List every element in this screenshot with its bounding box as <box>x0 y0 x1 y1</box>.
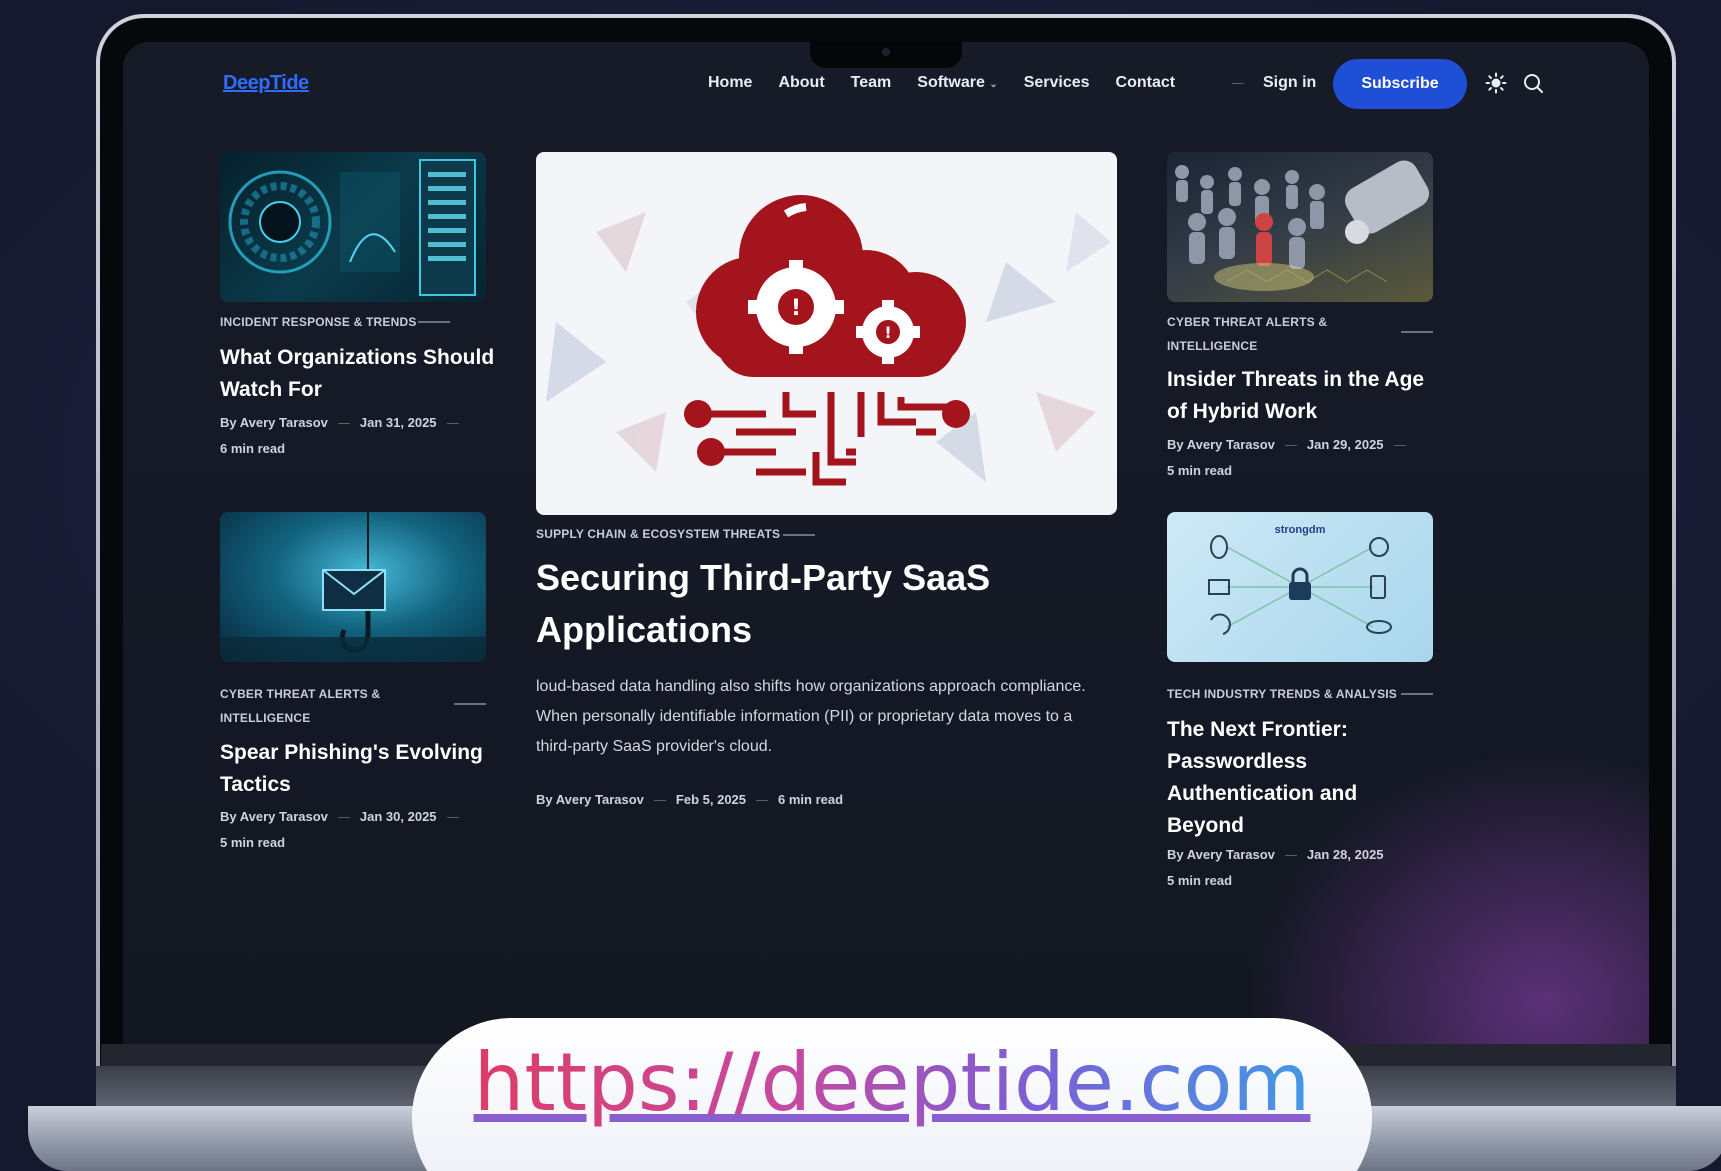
nav-item-services[interactable]: Services <box>1024 74 1090 92</box>
article-title[interactable]: The Next Frontier: Passwordless Authenti… <box>1167 714 1397 842</box>
nav-item-about[interactable]: About <box>778 74 824 92</box>
camera-icon <box>882 48 890 56</box>
chevron-down-icon: ⌄ <box>989 79 998 90</box>
nav-item-software-label: Software <box>917 74 985 91</box>
category-divider <box>418 321 450 323</box>
featured-title[interactable]: Securing Third-Party SaaS Applications <box>536 552 1096 656</box>
article-image-envelope-on-hook[interactable] <box>220 512 486 662</box>
article-image-passwordless-icons[interactable]: strongdm <box>1167 512 1433 662</box>
article-author[interactable]: By Avery Tarasov <box>1167 437 1275 452</box>
article-category[interactable]: CYBER THREAT ALERTS & INTELLIGENCE <box>1167 310 1337 358</box>
article-title[interactable]: What Organizations Should Watch For <box>220 342 495 406</box>
category-divider <box>1401 331 1433 333</box>
laptop-screen: DeepTide Home About Team Software ⌄ Serv… <box>123 42 1649 1044</box>
category-divider <box>1401 693 1433 695</box>
url-banner: https://deeptide.com <box>412 1018 1372 1171</box>
thumbnail-brand-text: strongdm <box>1274 524 1326 536</box>
article-date: Feb 5, 2025 <box>675 792 747 807</box>
article-author[interactable]: By Avery Tarasov <box>536 792 644 807</box>
article-author[interactable]: By Avery Tarasov <box>1167 847 1275 862</box>
article-date: Jan 29, 2025 <box>1306 437 1384 452</box>
featured-meta: By Avery Tarasov Feb 5, 2025 6 min read <box>536 787 1096 813</box>
search-icon[interactable] <box>1520 70 1546 96</box>
article-read-time: 5 min read <box>220 835 286 850</box>
site-logo[interactable]: DeepTide <box>223 72 309 95</box>
svg-text:!: ! <box>791 296 801 321</box>
camera-notch <box>810 42 962 68</box>
svg-text:!: ! <box>884 323 891 342</box>
article-read-time: 5 min read <box>1167 873 1233 888</box>
article-read-time: 6 min read <box>778 792 844 807</box>
nav-item-software[interactable]: Software ⌄ <box>917 74 997 92</box>
article-author[interactable]: By Avery Tarasov <box>220 809 328 824</box>
article-date: Jan 30, 2025 <box>359 809 437 824</box>
featured-image-cloud-gears-circuit[interactable]: ! ! <box>536 152 1117 515</box>
article-meta: By Avery Tarasov Jan 31, 2025 6 min read <box>220 410 495 462</box>
nav-divider <box>1232 83 1244 84</box>
subscribe-button[interactable]: Subscribe <box>1333 59 1467 109</box>
article-title[interactable]: Spear Phishing's Evolving Tactics <box>220 737 495 801</box>
article-category[interactable]: CYBER THREAT ALERTS & INTELLIGENCE <box>220 682 390 730</box>
article-image-crowd-spotlight[interactable] <box>1167 152 1433 302</box>
article-meta: By Avery Tarasov Jan 28, 2025 5 min read <box>1167 842 1442 894</box>
article-image-server-dashboard[interactable] <box>220 152 486 302</box>
article-read-time: 6 min read <box>220 441 286 456</box>
article-category[interactable]: INCIDENT RESPONSE & TRENDS <box>220 310 420 334</box>
nav-item-home[interactable]: Home <box>708 74 752 92</box>
article-date: Jan 31, 2025 <box>359 415 437 430</box>
main-nav: Home About Team Software ⌄ Services Cont… <box>708 74 1175 92</box>
article-meta: By Avery Tarasov Jan 30, 2025 5 min read <box>220 804 495 856</box>
sun-icon[interactable] <box>1483 70 1509 96</box>
article-author[interactable]: By Avery Tarasov <box>220 415 328 430</box>
article-date: Jan 28, 2025 <box>1306 847 1384 862</box>
nav-item-contact[interactable]: Contact <box>1116 74 1176 92</box>
category-divider <box>783 534 815 536</box>
website-url[interactable]: https://deeptide.com <box>412 1036 1372 1129</box>
article-title[interactable]: Insider Threats in the Age of Hybrid Wor… <box>1167 364 1437 428</box>
article-meta: By Avery Tarasov Jan 29, 2025 5 min read <box>1167 432 1442 484</box>
nav-item-team[interactable]: Team <box>851 74 892 92</box>
signin-link[interactable]: Sign in <box>1263 74 1316 92</box>
category-divider <box>454 703 486 705</box>
article-category[interactable]: TECH INDUSTRY TRENDS & ANALYSIS <box>1167 682 1397 706</box>
article-read-time: 5 min read <box>1167 463 1233 478</box>
featured-category[interactable]: SUPPLY CHAIN & ECOSYSTEM THREATS <box>536 522 796 546</box>
featured-excerpt: loud-based data handling also shifts how… <box>536 678 1086 755</box>
